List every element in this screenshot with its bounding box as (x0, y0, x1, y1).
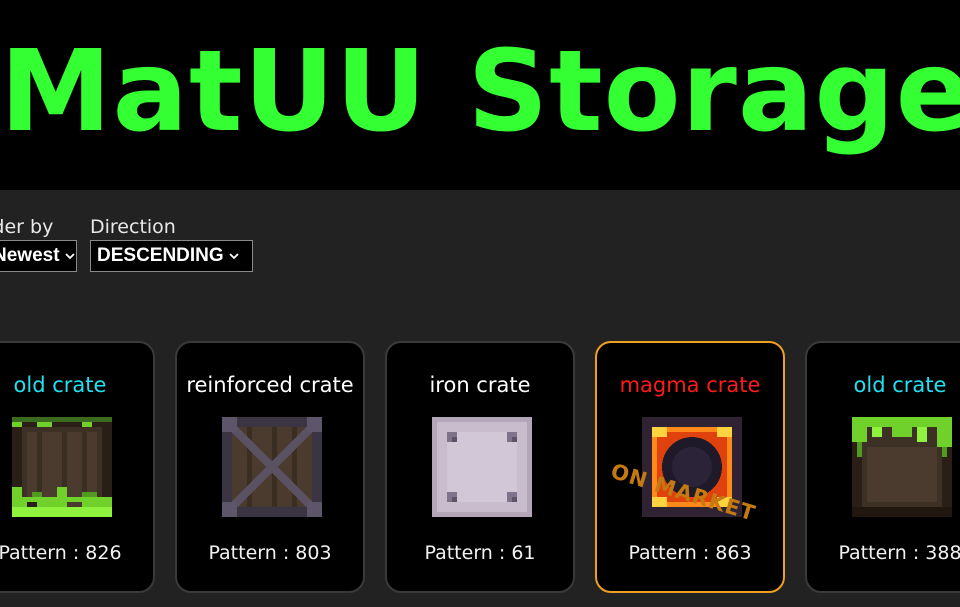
crate-card[interactable]: iron crate Pattern : 61 (385, 341, 575, 593)
chevron-down-icon (228, 250, 240, 262)
order-by-label: Order by (0, 216, 54, 238)
crate-name: reinforced crate (186, 373, 354, 397)
direction-label: Direction (90, 216, 176, 238)
crate-card[interactable]: reinforced crate Pattern : 803 (175, 341, 365, 593)
iron-crate-icon (432, 417, 532, 517)
direction-value: DESCENDING (97, 245, 224, 266)
old-crate-icon (852, 417, 952, 517)
crate-name: magma crate (619, 373, 761, 397)
crate-name: iron crate (429, 373, 531, 397)
order-by-select[interactable]: Newest (0, 240, 77, 272)
crate-pattern: Pattern : 863 (628, 542, 752, 564)
crate-name: old crate (853, 373, 947, 397)
crate-card[interactable]: old crate Pattern : 826 (0, 341, 155, 593)
crate-pattern: Pattern : 388 (838, 542, 960, 564)
page-title: MatUU Storage (0, 27, 960, 157)
order-by-value: Newest (0, 245, 60, 266)
direction-select[interactable]: DESCENDING (90, 240, 253, 272)
old-crate-icon (12, 417, 112, 517)
crate-card[interactable]: old crate Pattern : 388 (805, 341, 960, 593)
reinforced-crate-icon (222, 417, 322, 517)
crate-card[interactable]: magma crate ON MARKET Pattern : 863 (595, 341, 785, 593)
header: MatUU Storage (0, 0, 960, 190)
crate-name: old crate (13, 373, 107, 397)
crate-pattern: Pattern : 826 (0, 542, 122, 564)
crate-pattern: Pattern : 61 (424, 542, 536, 564)
crate-pattern: Pattern : 803 (208, 542, 332, 564)
order-by-filter: Order by Newest (0, 214, 77, 272)
main-content: Order by Newest Direction DESCENDING old… (0, 190, 960, 607)
chevron-down-icon (64, 250, 76, 262)
direction-filter: Direction DESCENDING (90, 214, 253, 272)
